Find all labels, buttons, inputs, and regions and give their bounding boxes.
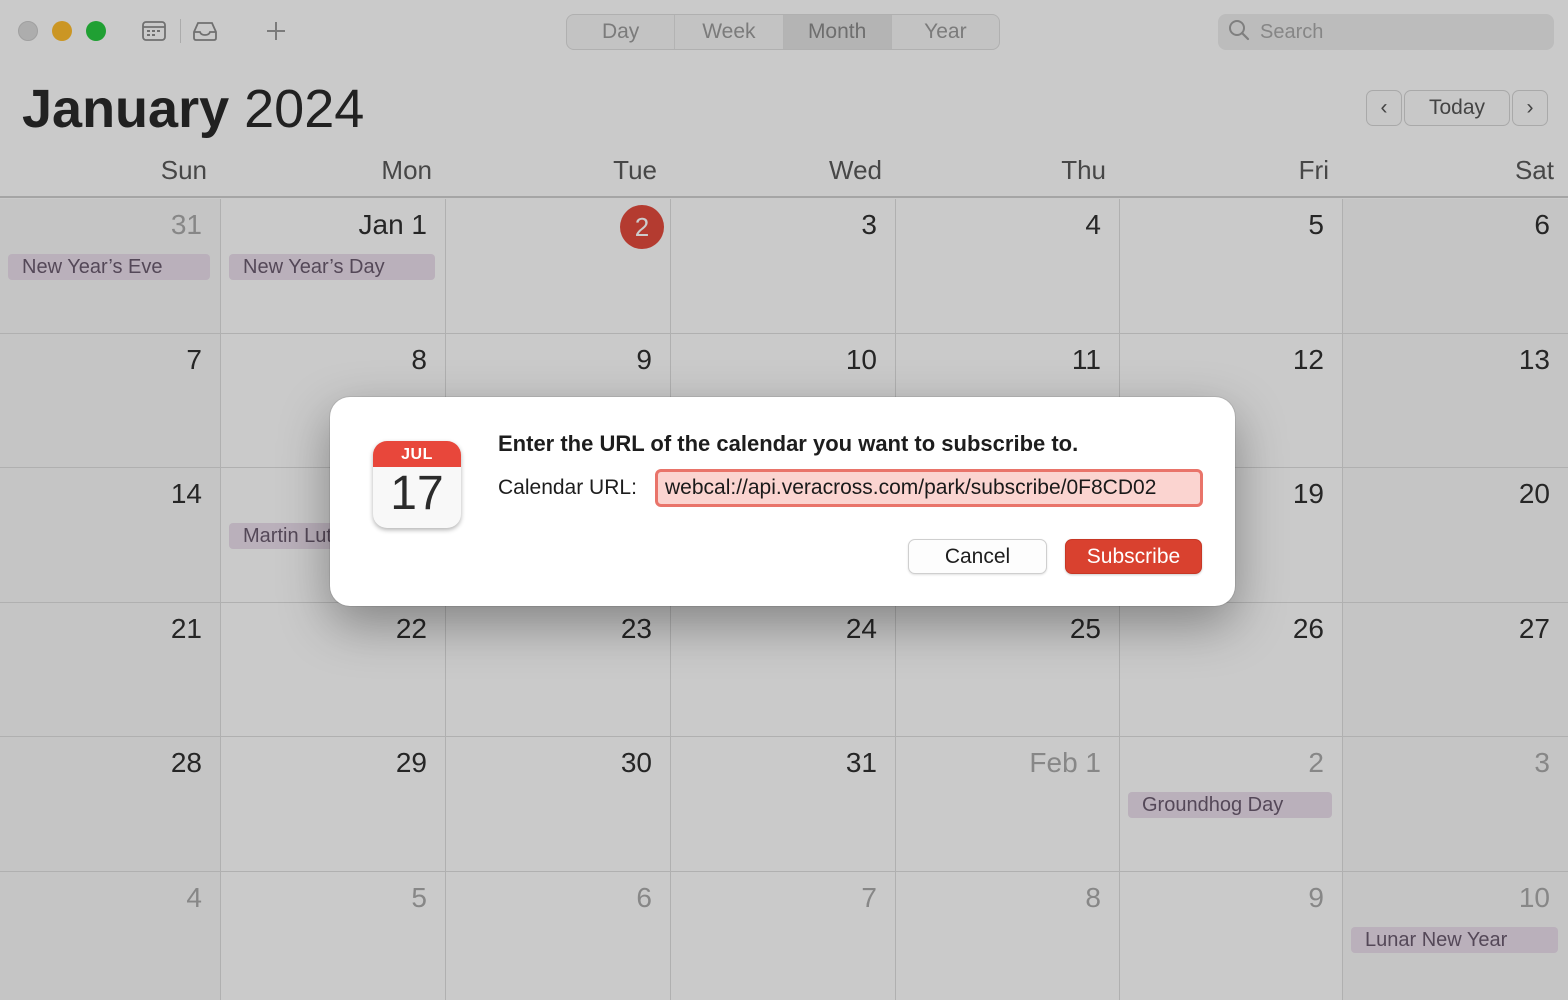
cancel-button[interactable]: Cancel	[908, 539, 1047, 574]
calendar-app-icon-day: 17	[390, 467, 444, 520]
calendar-app-icon-month: JUL	[373, 441, 461, 467]
subscribe-button[interactable]: Subscribe	[1065, 539, 1202, 574]
calendar-url-label: Calendar URL:	[498, 476, 637, 499]
dialog-message: Enter the URL of the calendar you want t…	[498, 431, 1079, 456]
subscribe-dialog: JUL 17 Enter the URL of the calendar you…	[330, 397, 1235, 606]
calendar-app-icon: JUL 17	[373, 441, 461, 528]
calendar-url-input[interactable]: webcal://api.veracross.com/park/subscrib…	[655, 469, 1203, 507]
